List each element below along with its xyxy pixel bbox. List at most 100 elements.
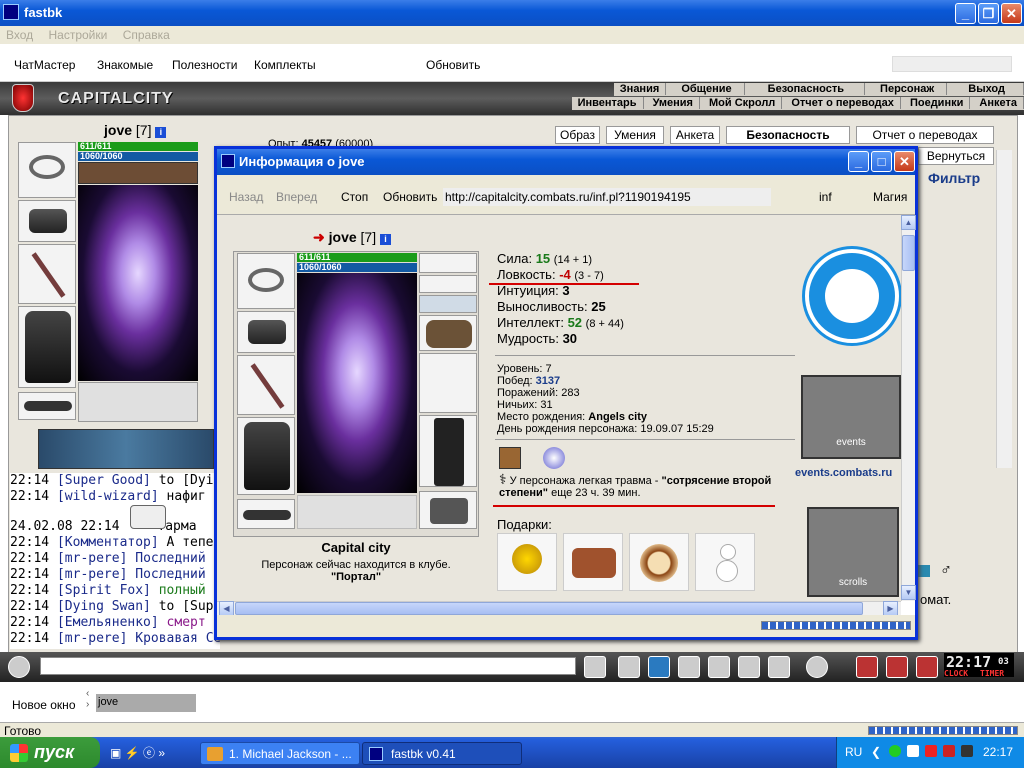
dlg-armor-slot[interactable] (237, 417, 295, 495)
events-banner[interactable]: events (801, 375, 901, 459)
nav-inventory[interactable]: Инвентарь (572, 97, 644, 109)
right-scrollbar[interactable] (996, 150, 1012, 468)
tab-transfer-report[interactable]: Отчет о переводах (856, 126, 994, 144)
dlg-pants-slot[interactable] (419, 415, 477, 487)
smile-icon[interactable] (806, 656, 828, 678)
scroll-down-button[interactable]: ▼ (901, 585, 916, 600)
dlg-amulet-slot[interactable] (237, 253, 295, 309)
add-user-icon[interactable]: ♂ (940, 562, 952, 580)
task-fastbk[interactable]: fastbk v0.41 (362, 742, 522, 765)
bracers-slot[interactable] (18, 200, 76, 242)
hscroll-thumb[interactable] (235, 602, 863, 615)
dlg-belt-slot[interactable] (237, 499, 295, 529)
url-field[interactable]: http://capitalcity.combats.ru/inf.pl?119… (443, 188, 771, 206)
minimize-button[interactable]: _ (955, 3, 976, 24)
quicklaunch-icon[interactable]: ⚡ (125, 746, 140, 760)
menu-help[interactable]: Справка (117, 26, 176, 42)
save-icon[interactable] (678, 656, 700, 678)
chat-icon[interactable] (8, 656, 30, 678)
private-icon[interactable] (738, 656, 760, 678)
gift-snowman[interactable] (695, 533, 755, 591)
dlg-necklace-slot[interactable] (419, 275, 477, 293)
tab-image[interactable]: Образ (555, 126, 600, 144)
back-button[interactable]: Назад (229, 190, 263, 204)
return-button[interactable]: Вернуться (918, 147, 994, 165)
sets-button[interactable]: Комплекты (254, 58, 316, 72)
more-icon[interactable]: » (158, 746, 165, 760)
dlg-gloves-slot[interactable] (419, 315, 477, 351)
filter-link[interactable]: Фильтр (928, 170, 980, 186)
scroll-thumb[interactable] (902, 235, 915, 271)
armor-slot[interactable] (18, 306, 76, 388)
stop-button[interactable]: Стоп (341, 190, 368, 204)
fight-icon[interactable] (708, 656, 730, 678)
search-field[interactable]: jove (96, 694, 196, 712)
nav-character[interactable]: Персонаж (868, 83, 948, 95)
erase-icon[interactable] (618, 656, 640, 678)
forward-button[interactable]: Вперед (276, 190, 317, 204)
dialog-minimize-button[interactable]: _ (848, 151, 869, 172)
nav-fights[interactable]: Поединки (904, 97, 971, 109)
char-info-icon[interactable]: i (380, 234, 391, 245)
tab-profile[interactable]: Анкета (670, 126, 720, 144)
tab-security[interactable]: Безопасность (726, 126, 850, 144)
clock-label[interactable]: CLOCK (944, 669, 968, 678)
tray-arrow-icon[interactable]: ❮ (871, 745, 881, 759)
nav-security[interactable]: Безопасность (748, 83, 865, 95)
tray-icon[interactable] (925, 745, 937, 757)
sound-icon[interactable] (768, 656, 790, 678)
tab-skills[interactable]: Умения (606, 126, 664, 144)
expand-arrow-icon[interactable]: ‹ › (86, 688, 89, 710)
task-winamp[interactable]: 1. Michael Jackson - ... (200, 742, 360, 765)
quicklaunch-icon[interactable]: ▣ (110, 746, 121, 760)
user-icon[interactable] (856, 656, 878, 678)
nav-my-scroll[interactable]: Мой Скролл (703, 97, 783, 109)
scroll-up-button[interactable]: ▲ (901, 215, 916, 230)
dlg-weapon-slot[interactable] (237, 355, 295, 415)
scroll-left-button[interactable]: ◀ (219, 601, 234, 616)
dialog-close-button[interactable]: ✕ (894, 151, 915, 172)
nav-skills[interactable]: Умения (647, 97, 700, 109)
gift-bag[interactable] (563, 533, 623, 591)
dialog-vscrollbar[interactable]: ▲ ▼ (901, 215, 916, 601)
nav-knowledge[interactable]: Знания (614, 83, 667, 95)
inf-link[interactable]: inf (819, 190, 832, 204)
menu-settings[interactable]: Настройки (43, 26, 114, 42)
dlg-shield-slot[interactable] (419, 353, 477, 413)
dlg-boots-slot[interactable] (419, 491, 477, 529)
filter-icon[interactable] (648, 656, 670, 678)
users-icon[interactable] (886, 656, 908, 678)
dlg-rings-slot[interactable] (419, 295, 477, 313)
tray-icon[interactable] (889, 745, 901, 757)
refresh-button[interactable]: Обновить (426, 58, 480, 72)
dialog-maximize-button[interactable]: □ (871, 151, 892, 172)
lang-indicator[interactable]: RU (845, 745, 862, 759)
tray-icon[interactable] (907, 745, 919, 757)
tray-icon[interactable] (943, 745, 955, 757)
scrolls-banner[interactable]: scrolls (807, 507, 899, 597)
maximize-button[interactable]: ❐ (978, 3, 999, 24)
belt-slot[interactable] (18, 392, 76, 420)
dlg-earrings-slot[interactable] (419, 253, 477, 273)
amulet-slot[interactable] (18, 142, 76, 198)
nav-profile[interactable]: Анкета (973, 97, 1024, 109)
info-icon-right[interactable] (918, 565, 930, 577)
start-button[interactable]: пуск (0, 737, 100, 768)
toolbar-input[interactable] (892, 56, 1012, 72)
exit-icon[interactable] (916, 656, 938, 678)
dialog-refresh-button[interactable]: Обновить (383, 190, 437, 204)
nav-transfer-report[interactable]: Отчет о переводах (785, 97, 901, 109)
events-link[interactable]: events.combats.ru (795, 467, 892, 479)
dlg-bracers-slot[interactable] (237, 311, 295, 353)
utilities-button[interactable]: Полезности (172, 58, 237, 72)
dialog-hscrollbar[interactable]: ◀ ▶ (217, 601, 901, 616)
timer-label[interactable]: TIMER (980, 669, 1004, 678)
scroll-right-button[interactable]: ▶ (883, 601, 898, 616)
gift-medal[interactable] (497, 533, 557, 591)
chatmaster-button[interactable]: ЧатМастер (14, 58, 75, 72)
nav-communication[interactable]: Общение (669, 83, 745, 95)
tray-icon[interactable] (961, 745, 973, 757)
friends-button[interactable]: Знакомые (97, 58, 153, 72)
tray-clock[interactable]: 22:17 (983, 745, 1013, 759)
magic-link[interactable]: Магия (873, 190, 907, 204)
